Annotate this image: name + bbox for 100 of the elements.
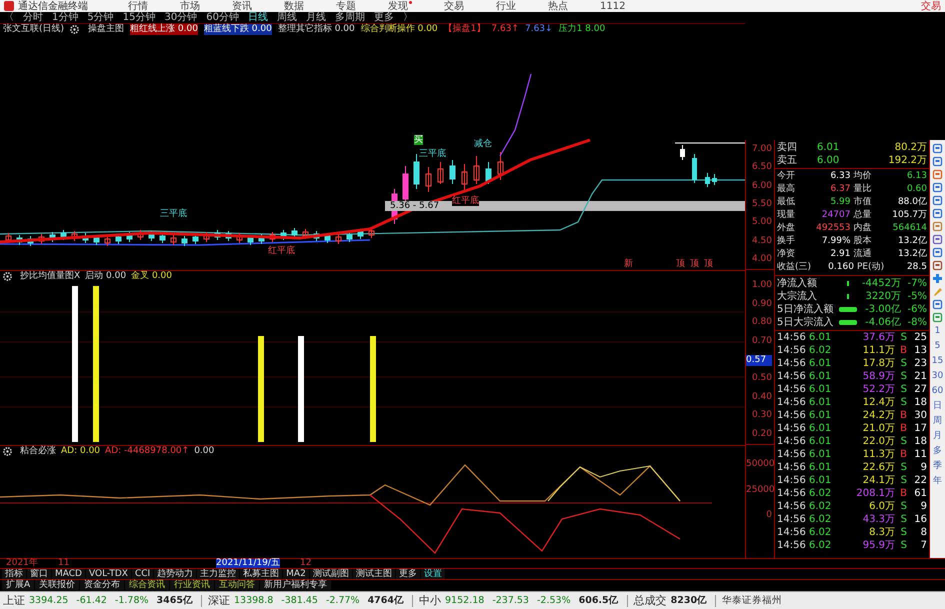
axis-label: 4.50 — [750, 236, 772, 247]
info-tab[interactable]: 行业资讯 — [170, 580, 214, 590]
candlestick — [498, 152, 504, 180]
quote-value: 6.13 — [906, 171, 927, 182]
menu-item[interactable]: 资讯 — [232, 0, 252, 12]
chart-annotation: 顶 — [676, 259, 685, 269]
price-level-line — [674, 142, 745, 144]
menu-item[interactable]: 交易 — [444, 0, 464, 12]
trade-side: S — [900, 371, 907, 382]
period-tab[interactable]: 日线 — [248, 12, 268, 23]
candlestick — [438, 162, 444, 184]
period-tab[interactable]: 30分钟 — [164, 12, 198, 23]
period-button[interactable]: 周 — [933, 415, 942, 428]
chart-annotation: 顶 — [690, 259, 699, 269]
indicator-tab[interactable]: 测试主图 — [352, 569, 395, 579]
period-button[interactable]: 15 — [932, 355, 944, 368]
quote-label: 收益(三) — [777, 262, 812, 273]
trade-count: 16 — [913, 514, 927, 525]
period-button[interactable]: 1 — [934, 325, 940, 338]
info-tab[interactable]: 互动问答 — [215, 580, 260, 590]
quote-value: 0.60 — [906, 184, 927, 195]
menu-item[interactable]: 市场 — [180, 0, 200, 12]
indicator-tab[interactable]: VOL-TDX — [86, 569, 131, 579]
info-tab[interactable]: 新用户福利专享 — [260, 580, 332, 590]
chart-annotation: 顶 — [704, 259, 713, 269]
indicator-tab[interactable]: CCI — [132, 569, 154, 579]
trade-price: 6.02 — [809, 501, 832, 512]
period-tab[interactable]: 月线 — [306, 12, 326, 23]
info-tab[interactable]: 综合资讯 — [125, 580, 170, 590]
quote-value: 492553 — [815, 223, 850, 234]
settings-icon[interactable] — [3, 447, 12, 456]
axis-label: 6.00 — [750, 180, 772, 192]
period-tab[interactable]: 60分钟 — [206, 12, 239, 23]
menu-item[interactable]: 数据 — [284, 0, 304, 12]
trade-volume: 37.6万 — [862, 332, 895, 343]
indicator-tab[interactable]: 窗口 — [27, 569, 51, 579]
trade-button[interactable]: 交易 — [921, 0, 941, 12]
axis-label: 0.70 — [750, 336, 772, 347]
flow-label: 5日大宗流入 — [777, 317, 834, 328]
menu-item[interactable]: 行情 — [128, 0, 148, 12]
index-change: -237.53 — [492, 595, 529, 606]
indicator-tab[interactable]: 指标 — [2, 569, 26, 579]
period-button[interactable]: 日 — [933, 400, 942, 413]
trade-count: 9 — [920, 501, 927, 512]
settings-link[interactable]: 设置 — [420, 569, 445, 579]
period-button[interactable]: 30 — [932, 370, 944, 383]
period-tab[interactable]: 5分钟 — [87, 12, 114, 23]
indicator-tab[interactable]: MACD — [52, 569, 85, 579]
plus-icon[interactable] — [932, 273, 943, 284]
menu-item[interactable]: 热点 — [548, 0, 568, 12]
period-tab[interactable]: 15分钟 — [122, 12, 156, 23]
indicator-label: 操盘主图 — [88, 24, 124, 34]
flow-value: -3.00亿 — [864, 304, 901, 315]
settings-icon[interactable] — [3, 272, 12, 281]
indicator-tab[interactable]: 主力监控 — [197, 569, 240, 579]
candlestick — [258, 234, 264, 244]
trade-volume: 11.3万 — [862, 449, 895, 460]
period-button[interactable]: 多 — [933, 445, 942, 458]
settings-icon[interactable] — [70, 24, 80, 34]
flow-label: 5日净流入额 — [777, 304, 834, 315]
candlestick — [426, 166, 432, 192]
quote-volume: 192.2万 — [887, 155, 927, 166]
trade-time: 14:56 — [777, 358, 807, 369]
trade-time: 14:56 — [777, 475, 807, 486]
menu-item[interactable]: 发现 — [388, 0, 412, 12]
period-tab[interactable]: 分时 — [23, 12, 43, 23]
period-button[interactable]: 5 — [934, 340, 940, 353]
info-tab[interactable]: 关联报价 — [35, 580, 80, 590]
indicator-tab[interactable]: 更多 — [396, 569, 420, 579]
candlestick — [170, 234, 176, 246]
period-tab[interactable]: 多周期 — [334, 12, 365, 23]
indicator-tab[interactable]: 趋势动力 — [154, 569, 196, 579]
menu-item[interactable]: 1112 — [600, 0, 626, 12]
indicator-tab[interactable]: 私募主图 — [240, 569, 282, 579]
trade-count: 27 — [913, 384, 927, 395]
trade-time: 14:56 — [777, 462, 807, 473]
trade-side: B — [899, 410, 907, 421]
period-button[interactable]: 年 — [933, 475, 942, 488]
candlestick — [346, 232, 352, 242]
menu-item[interactable]: 行业 — [496, 0, 516, 12]
candlestick — [336, 234, 342, 244]
indicator-tab[interactable]: MA2 — [283, 569, 309, 579]
info-tab[interactable]: 资金分布 — [80, 580, 124, 590]
indicator-tab[interactable]: 测试副图 — [310, 569, 352, 579]
period-button[interactable]: 季 — [933, 460, 942, 473]
period-tab[interactable]: 周线 — [276, 12, 297, 23]
date-label: 2021年 — [6, 559, 38, 568]
trade-time: 14:56 — [777, 371, 807, 382]
axis-label: 0 — [765, 510, 772, 521]
more-arrow[interactable]: 〉 — [402, 12, 413, 23]
trade-time: 14:56 — [777, 501, 807, 512]
menu-item[interactable]: 专题 — [336, 0, 356, 12]
period-button[interactable]: 月 — [933, 430, 942, 443]
back-arrow[interactable]: 〈 — [4, 12, 14, 23]
period-tab[interactable]: 更多 — [374, 12, 394, 23]
info-tab[interactable]: 扩展A — [2, 580, 34, 590]
period-button[interactable]: 60 — [932, 385, 944, 398]
candlestick — [138, 230, 144, 240]
period-tab[interactable]: 1分钟 — [52, 12, 78, 23]
trade-side: S — [900, 501, 907, 512]
